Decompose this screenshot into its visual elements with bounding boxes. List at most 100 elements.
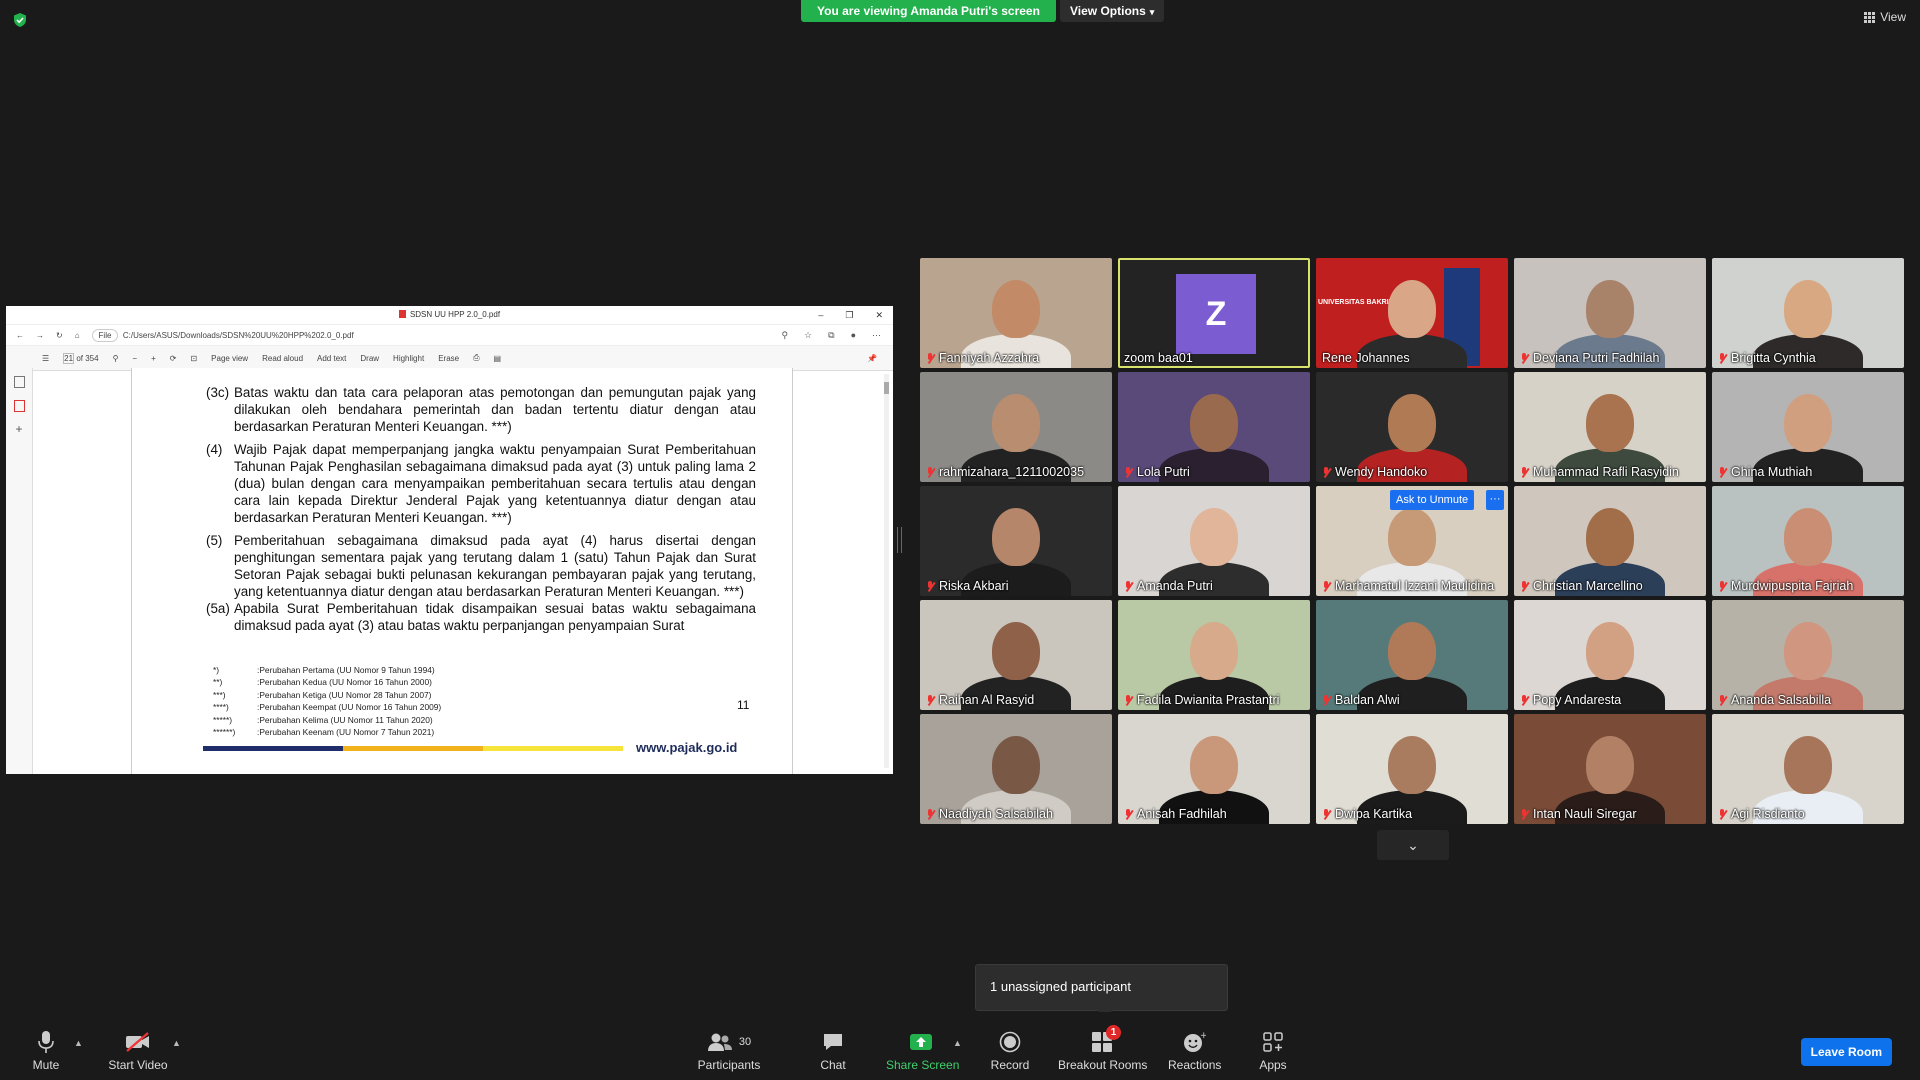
mic-muted-icon	[926, 580, 935, 592]
participant-face	[1190, 736, 1238, 794]
pdf-doc-icon	[13, 400, 25, 412]
participant-name-tag: Raihan Al Rasyid	[926, 693, 1034, 707]
participant-tile[interactable]: Muhammad Rafli Rasyidin	[1514, 372, 1706, 482]
footnote-key: *****)	[213, 714, 233, 725]
participant-tile[interactable]: Anisah Fadhilah	[1118, 714, 1310, 824]
paragraph-number: (5a)	[206, 601, 230, 616]
participant-tile[interactable]: Ananda Salsabilla	[1712, 600, 1904, 710]
paragraph-text: Batas waktu dan tata cara pelaporan atas…	[234, 385, 756, 434]
participant-tile[interactable]: Amanda Putri	[1118, 486, 1310, 596]
avatar: Z	[1176, 274, 1256, 354]
participant-tile[interactable]: Wendy Handoko	[1316, 372, 1508, 482]
participant-tile[interactable]: Deviana Putri Fadhilah	[1514, 258, 1706, 368]
start-video-button[interactable]: Start Video	[108, 1030, 168, 1072]
participant-tile[interactable]: Lola Putri	[1118, 372, 1310, 482]
chat-button[interactable]: Chat	[818, 1030, 848, 1072]
participant-tile[interactable]: Zzoom baa01	[1118, 258, 1310, 368]
participant-tile[interactable]: Intan Nauli Siregar	[1514, 714, 1706, 824]
apps-button[interactable]: Apps	[1258, 1030, 1288, 1072]
video-options-caret[interactable]: ▲	[172, 1038, 181, 1048]
participant-face	[992, 508, 1040, 566]
participant-name-tag: Rene Johannes	[1322, 351, 1410, 365]
close-icon: ✕	[875, 310, 883, 320]
participant-tile[interactable]: Popy Andaresta	[1514, 600, 1706, 710]
chevron-down-icon: ⌄	[1407, 837, 1419, 853]
participant-face	[992, 622, 1040, 680]
participant-tile[interactable]: Brigitta Cynthia	[1712, 258, 1904, 368]
video-off-icon	[126, 1032, 149, 1052]
paragraph-text: Wajib Pajak dapat memperpanjang jangka w…	[234, 442, 756, 525]
security-shield-icon[interactable]	[12, 12, 28, 28]
pdf-sidebar: +	[6, 368, 33, 774]
mic-muted-icon	[1520, 352, 1529, 364]
participant-name-tag: Murdwipuspita Fajriah	[1718, 579, 1853, 593]
participant-tile[interactable]: Riska Akbari	[920, 486, 1112, 596]
participant-name-tag: Brigitta Cynthia	[1718, 351, 1816, 365]
share-options-caret[interactable]: ▲	[953, 1038, 962, 1048]
participant-more-button[interactable]: ···	[1486, 490, 1504, 510]
minimize-icon: –	[818, 310, 824, 320]
participant-tile[interactable]: rahmizahara_1211002035	[920, 372, 1112, 482]
participants-button[interactable]: 30 Participants	[694, 1030, 764, 1072]
participant-tile[interactable]: Agi Risdianto	[1712, 714, 1904, 824]
paragraph-number: (5)	[206, 533, 223, 548]
ask-to-unmute-button[interactable]: Ask to Unmute	[1390, 490, 1475, 510]
collections-icon: ⧉	[828, 329, 835, 340]
participant-tile[interactable]: Naadiyah Salsabilah	[920, 714, 1112, 824]
pdf-file-icon	[398, 310, 406, 318]
participant-tile[interactable]: Baldan Alwi	[1316, 600, 1508, 710]
participant-tile[interactable]: Raihan Al Rasyid	[920, 600, 1112, 710]
panel-splitter-handle[interactable]	[897, 527, 902, 553]
mic-muted-icon	[1124, 466, 1133, 478]
svg-text:+: +	[1200, 1031, 1206, 1041]
zoom-out-icon: −	[132, 353, 138, 363]
view-button[interactable]: View	[1864, 10, 1906, 24]
participant-tile[interactable]: Fadila Dwianita Prastantri	[1118, 600, 1310, 710]
participant-tile[interactable]: Ghina Muthiah	[1712, 372, 1904, 482]
mute-button[interactable]: Mute	[26, 1030, 66, 1072]
participant-tile[interactable]: Murdwipuspita Fajriah	[1712, 486, 1904, 596]
gallery-more-button[interactable]: ⌄	[1377, 830, 1449, 860]
leave-room-button[interactable]: Leave Room	[1800, 1038, 1892, 1066]
share-screen-button[interactable]: Share Screen	[886, 1030, 960, 1072]
unassigned-participant-tooltip[interactable]: 1 unassigned participant	[975, 964, 1228, 1018]
participant-name: Popy Andaresta	[1533, 693, 1622, 707]
participant-face	[1586, 280, 1634, 338]
view-options-button[interactable]: View Options ▾	[1060, 0, 1165, 22]
mute-label: Mute	[32, 1058, 60, 1072]
pdf-window-titlebar: SDSN UU HPP 2.0_0.pdf – ❐ ✕	[6, 306, 893, 325]
breakout-rooms-button[interactable]: 1 Breakout Rooms	[1058, 1025, 1147, 1072]
participant-face	[992, 280, 1040, 338]
participant-name-tag: Dwipa Kartika	[1322, 807, 1412, 821]
participant-tile[interactable]: Dwipa Kartika	[1316, 714, 1508, 824]
mic-muted-icon	[1322, 694, 1331, 706]
mic-muted-icon	[1322, 466, 1331, 478]
participant-tile[interactable]: Ask to Unmute ··· Marhamatul Izzani Maulid…	[1316, 486, 1508, 596]
participant-name-tag: Amanda Putri	[1124, 579, 1213, 593]
participant-tile[interactable]: Fanniyah Azzahra	[920, 258, 1112, 368]
reactions-icon: +	[1184, 1031, 1206, 1052]
participant-tile[interactable]: UNIVERSITAS BAKRIE Rene Johannes	[1316, 258, 1508, 368]
profile-icon: ●	[850, 329, 856, 340]
participant-name-tag: Wendy Handoko	[1322, 465, 1427, 479]
participant-tile[interactable]: Christian Marcellino	[1514, 486, 1706, 596]
record-button[interactable]: Record	[988, 1030, 1032, 1072]
breakout-badge: 1	[1106, 1025, 1121, 1040]
participant-name-tag: rahmizahara_1211002035	[926, 465, 1084, 479]
mic-muted-icon	[1718, 580, 1727, 592]
participant-name-tag: Lola Putri	[1124, 465, 1190, 479]
participant-name: zoom baa01	[1124, 351, 1193, 365]
mic-muted-icon	[926, 466, 935, 478]
view-button-label: View	[1880, 10, 1906, 24]
participant-name: Murdwipuspita Fajriah	[1731, 579, 1854, 593]
reactions-button[interactable]: + Reactions	[1168, 1030, 1221, 1072]
add-icon: +	[15, 422, 23, 436]
share-screen-label: Share Screen	[886, 1058, 960, 1072]
audio-options-caret[interactable]: ▲	[74, 1038, 83, 1048]
screen-share-banner: You are viewing Amanda Putri's screen	[801, 0, 1056, 22]
tooltip-text: 1 unassigned participant	[990, 979, 1131, 994]
participant-name: Wendy Handoko	[1335, 465, 1428, 479]
participant-face	[1586, 508, 1634, 566]
participant-face	[1784, 280, 1832, 338]
thumbnails-icon	[13, 376, 25, 388]
